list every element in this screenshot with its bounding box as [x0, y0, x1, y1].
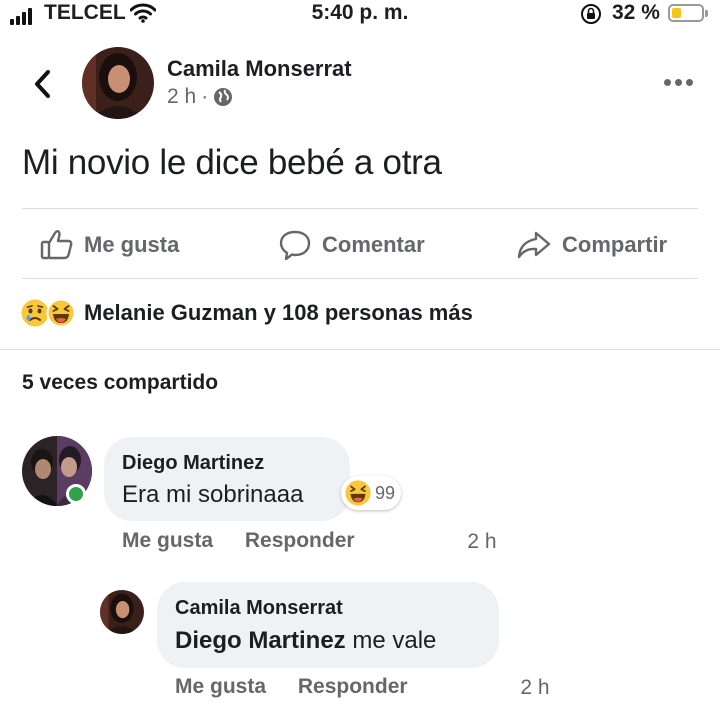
meta-separator: · — [201, 85, 209, 108]
reactions-summary[interactable]: Melanie Guzman y 108 personas más — [20, 298, 473, 328]
comment-reaction-count[interactable]: 99 — [341, 476, 402, 510]
reply-message: me vale — [345, 627, 437, 654]
share-button[interactable]: Compartir — [516, 222, 667, 268]
comment-text: Era mi sobrinaaa — [122, 481, 304, 508]
battery-tip — [705, 10, 708, 17]
post-time[interactable]: 2 h — [167, 85, 196, 109]
battery-level — [672, 8, 681, 18]
reply-author-avatar[interactable] — [100, 590, 144, 634]
post-actions: Me gusta Comentar Compartir — [22, 222, 698, 268]
comment-button[interactable]: Comentar — [278, 222, 425, 268]
dot — [685, 78, 693, 86]
haha-emoji-icon — [345, 480, 371, 506]
divider — [22, 208, 698, 209]
more-options-button[interactable] — [660, 70, 696, 94]
comment-author-name[interactable]: Diego Martinez — [122, 452, 264, 475]
reply-time[interactable]: 2 h — [175, 676, 720, 700]
share-label: Compartir — [562, 232, 668, 257]
post-author-name[interactable]: Camila Monserrat — [167, 56, 352, 82]
reply-bubble[interactable] — [157, 582, 499, 668]
comment-label: Comentar — [322, 232, 425, 257]
comment-time[interactable]: 2 h — [122, 530, 720, 554]
online-status-indicator — [66, 484, 86, 504]
reply-author-name[interactable]: Camila Monserrat — [175, 597, 343, 620]
chevron-left-icon — [35, 70, 50, 98]
divider — [0, 349, 720, 350]
like-button[interactable]: Me gusta — [40, 222, 179, 268]
orientation-lock-icon — [580, 3, 602, 30]
mentioned-user[interactable]: Diego Martinez — [175, 627, 346, 654]
post-meta: 2 h · — [167, 85, 233, 109]
post-text: Mi novio le dice bebé a otra — [22, 143, 442, 182]
battery-percentage: 32 % — [612, 1, 660, 24]
reply-text: Diego Martinez me vale — [175, 627, 436, 655]
comment-bubble-icon — [279, 230, 311, 261]
reaction-count: 99 — [375, 482, 396, 503]
thumbs-up-icon — [40, 230, 73, 260]
reactions-summary-text: Melanie Guzman y 108 personas más — [84, 300, 473, 325]
battery-icon — [668, 4, 704, 22]
haha-emoji-icon — [46, 298, 76, 328]
comment-actions: 2 h Me gusta Responder — [122, 529, 497, 553]
shares-count[interactable]: 5 veces compartido — [22, 371, 218, 395]
share-arrow-icon — [517, 231, 551, 259]
dot — [663, 78, 671, 86]
divider — [22, 278, 698, 279]
status-bar: TELCEL 5:40 p. m. 32 % — [0, 0, 720, 28]
dot — [674, 78, 682, 86]
reply-actions: 2 h Me gusta Responder — [175, 675, 550, 699]
globe-icon — [214, 88, 233, 106]
like-label: Me gusta — [84, 232, 180, 257]
back-button[interactable] — [24, 62, 60, 106]
author-avatar[interactable] — [82, 47, 154, 119]
